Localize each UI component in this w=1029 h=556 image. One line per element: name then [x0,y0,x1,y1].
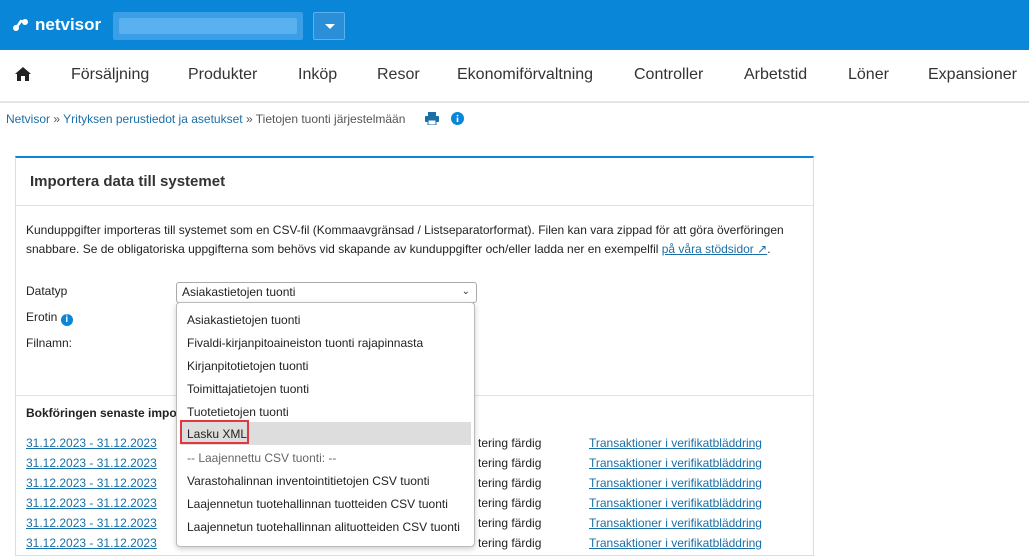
print-icon[interactable] [425,112,439,130]
nav-item-produkter[interactable]: Produkter [188,66,257,84]
breadcrumb-company-settings[interactable]: Yrityksen perustiedot ja asetukset [63,112,242,126]
datatype-select[interactable]: Asiakastietojen tuonti ⌄ [176,282,477,303]
separator-info-icon[interactable]: i [60,314,73,326]
nav-item-resor[interactable]: Resor [377,66,420,84]
top-bar: netvisor [0,0,1029,50]
dropdown-option[interactable]: Laajennetun tuotehallinnan alituotteiden… [187,520,460,534]
info-icon[interactable] [451,112,464,130]
latest-imports-title: Bokföringen senaste impo [26,406,177,420]
nav-item-ekonomiforvaltning[interactable]: Ekonomiförvaltning [457,66,593,84]
home-icon[interactable] [14,66,32,87]
dropdown-option[interactable]: Fivaldi-kirjanpitoaineiston tuonti rajap… [187,336,423,350]
divider [16,205,813,206]
logo-text: netvisor [35,15,102,34]
highlight-box [180,420,249,444]
main-nav: Försäljning Produkter Inköp Resor Ekonom… [0,50,1029,103]
import-period-link[interactable]: 31.12.2023 - 31.12.2023 [26,436,157,450]
import-status: tering färdig [478,456,542,470]
import-status: tering färdig [478,476,542,490]
datatype-select-value: Asiakastietojen tuonti [182,285,296,299]
import-period-link[interactable]: 31.12.2023 - 31.12.2023 [26,536,157,550]
netvisor-logo[interactable]: netvisor [12,15,101,35]
nav-item-expansioner[interactable]: Expansioner [928,66,1017,84]
filename-label: Filnamn: [26,336,73,350]
panel-description: Kunduppgifter importeras till systemet s… [26,221,796,259]
import-status: tering färdig [478,516,542,530]
chevron-down-icon: ⌄ [461,286,470,297]
separator-label-wrap: Erotin i [26,310,73,326]
breadcrumb-separator: » [245,112,253,126]
transactions-link[interactable]: Transaktioner i verifikatbläddring [589,476,762,490]
nav-item-loner[interactable]: Löner [848,66,889,84]
company-selector[interactable] [113,12,303,40]
nav-item-controller[interactable]: Controller [634,66,703,84]
nav-item-arbetstid[interactable]: Arbetstid [744,66,807,84]
support-pages-link[interactable]: på våra stödsidor ↗ [662,242,767,256]
breadcrumb-netvisor[interactable]: Netvisor [6,112,50,126]
transactions-link[interactable]: Transaktioner i verifikatbläddring [589,456,762,470]
description-end: . [767,242,771,256]
import-period-link[interactable]: 31.12.2023 - 31.12.2023 [26,496,157,510]
dropdown-option[interactable]: Kirjanpitotietojen tuonti [187,359,308,373]
netvisor-logo-icon [13,19,28,31]
separator-label: Erotin [26,310,58,324]
dropdown-option[interactable]: Varastohalinnan inventointitietojen CSV … [187,474,430,488]
nav-item-forsaljning[interactable]: Försäljning [71,66,149,84]
dropdown-option[interactable]: Asiakastietojen tuonti [187,313,300,327]
dropdown-option[interactable]: Tuotetietojen tuonti [187,405,289,419]
company-name-redacted [119,18,297,34]
datatype-dropdown-list: Asiakastietojen tuonti Fivaldi-kirjanpit… [176,302,475,547]
import-period-link[interactable]: 31.12.2023 - 31.12.2023 [26,516,157,530]
dropdown-option[interactable]: Toimittajatietojen tuonti [187,382,309,396]
nav-item-inkop[interactable]: Inköp [298,66,337,84]
import-period-link[interactable]: 31.12.2023 - 31.12.2023 [26,456,157,470]
transactions-link[interactable]: Transaktioner i verifikatbläddring [589,536,762,550]
panel-title: Importera data till systemet [30,173,226,190]
import-status: tering färdig [478,496,542,510]
datatype-label: Datatyp [26,284,68,298]
import-status: tering färdig [478,536,542,550]
breadcrumb: Netvisor » Yrityksen perustiedot ja aset… [6,112,405,126]
transactions-link[interactable]: Transaktioner i verifikatbläddring [589,436,762,450]
dropdown-group-label: -- Laajennettu CSV tuonti: -- [187,451,337,465]
import-period-link[interactable]: 31.12.2023 - 31.12.2023 [26,476,157,490]
transactions-link[interactable]: Transaktioner i verifikatbläddring [589,516,762,530]
dropdown-option[interactable]: Laajennetun tuotehallinnan tuotteiden CS… [187,497,448,511]
breadcrumb-separator: » [53,112,61,126]
company-dropdown-button[interactable] [313,12,345,40]
breadcrumb-current: Tietojen tuonti järjestelmään [255,112,406,126]
import-status: tering färdig [478,436,542,450]
transactions-link[interactable]: Transaktioner i verifikatbläddring [589,496,762,510]
